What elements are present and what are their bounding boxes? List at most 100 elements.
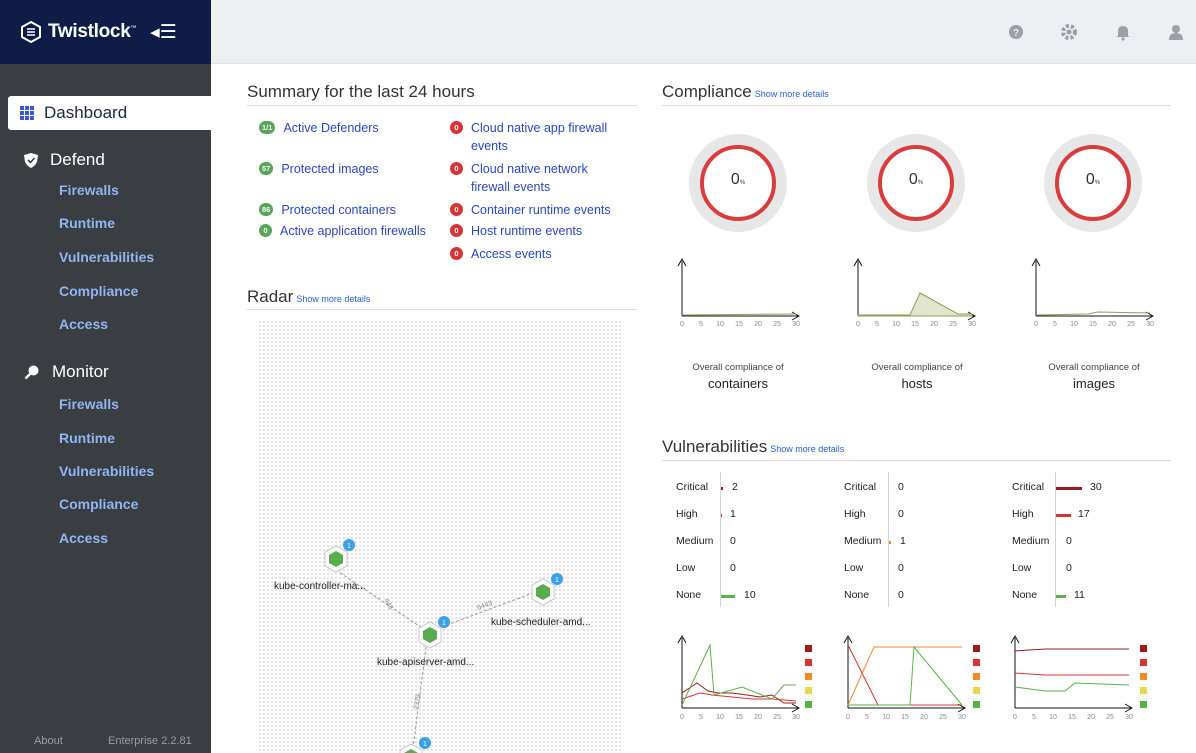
radar-node-apiserver[interactable]: 1 <box>418 616 450 649</box>
vuln-level-label: Medium <box>1012 535 1050 547</box>
sidebar-item-defend-access[interactable]: Access <box>59 316 108 332</box>
vuln-level-label: None <box>676 589 702 601</box>
x-tick: 0 <box>1013 714 1017 721</box>
x-tick: 10 <box>892 321 900 328</box>
vuln-count: 30 <box>1090 481 1102 493</box>
count-badge: 0 <box>450 162 463 175</box>
vuln-level-label: Critical <box>844 481 877 493</box>
compliance-donut-hosts[interactable]: 0% <box>866 133 966 233</box>
x-tick: 15 <box>1068 714 1076 721</box>
x-tick: 10 <box>882 714 890 721</box>
compliance-donut-containers[interactable]: 0% <box>688 133 788 233</box>
sidebar-group-monitor[interactable]: Monitor <box>24 362 109 382</box>
x-tick: 20 <box>920 714 928 721</box>
version-label: Enterprise 2.2.81 <box>108 735 192 747</box>
radar-node-etcd[interactable]: 1 <box>399 737 431 753</box>
x-tick: 25 <box>773 714 781 721</box>
summary-active-app-firewalls[interactable]: 0 Active application firewalls <box>259 222 426 240</box>
settings-gear-icon[interactable] <box>1059 22 1079 42</box>
port-label: 2379 <box>413 694 423 711</box>
radar-node-controller[interactable]: 1 <box>324 539 355 573</box>
sidebar-item-defend-runtime[interactable]: Runtime <box>59 215 115 231</box>
count-badge: 0 <box>450 203 463 216</box>
x-tick: 0 <box>856 321 860 328</box>
x-tick: 20 <box>930 321 938 328</box>
node-count-badge: 1 <box>442 620 446 627</box>
compliance-donut-images[interactable]: 0% <box>1043 133 1143 233</box>
sidebar-item-defend-firewalls[interactable]: Firewalls <box>59 182 119 198</box>
about-link[interactable]: About <box>34 735 63 747</box>
vuln-count: 1 <box>730 508 736 520</box>
dashboard-grid-icon <box>20 106 34 120</box>
vuln-bar-critical <box>1056 487 1082 490</box>
vulnerabilities-divider <box>662 460 1171 461</box>
summary-title: Summary for the last 24 hours <box>247 82 475 101</box>
summary-container-runtime-events[interactable]: 0 Container runtime events <box>450 201 611 219</box>
radar-node-label: kube-scheduler-amd... <box>491 617 591 628</box>
sidebar-item-monitor-access[interactable]: Access <box>59 530 108 546</box>
vuln-level-label: Low <box>1012 562 1032 574</box>
legend-low <box>1140 687 1147 694</box>
summary-label-line2: firewall events <box>471 180 551 194</box>
user-avatar-icon[interactable] <box>1166 22 1186 42</box>
help-icon[interactable]: ? <box>1006 22 1026 42</box>
collapse-menu-icon[interactable]: ◂☰ <box>150 21 177 44</box>
vuln-count: 10 <box>744 589 756 601</box>
sidebar-item-defend-vulnerabilities[interactable]: Vulnerabilities <box>59 249 154 265</box>
x-tick: 10 <box>716 321 724 328</box>
radar-canvas[interactable]: 443 6443 2379 1 1 1 1 kube-controller-ma… <box>258 320 623 753</box>
legend-high <box>973 659 980 666</box>
sidebar-item-label: Dashboard <box>44 103 128 122</box>
x-tick: 25 <box>939 714 947 721</box>
summary-host-runtime-events[interactable]: 0 Host runtime events <box>450 222 582 240</box>
legend-critical <box>973 645 980 652</box>
sidebar-item-monitor-runtime[interactable]: Runtime <box>59 430 115 446</box>
sidebar-group-defend[interactable]: Defend <box>24 150 105 170</box>
radar-node-scheduler[interactable]: 1 <box>531 573 563 606</box>
summary-cnaf-events[interactable]: 0 Cloud native app firewall events <box>450 119 607 155</box>
compliance-caption: Overall compliance of <box>692 362 784 373</box>
x-tick: 30 <box>792 321 800 328</box>
x-tick: 0 <box>846 714 850 721</box>
summary-protected-images[interactable]: 57 Protected images <box>259 160 379 178</box>
radar-node-label: kube-apiserver-amd... <box>377 657 475 668</box>
compliance-show-more-link[interactable]: Show more details <box>755 89 829 99</box>
connection-line <box>412 631 429 749</box>
legend-critical <box>805 645 812 652</box>
radar-show-more-link[interactable]: Show more details <box>296 294 370 304</box>
sidebar-item-dashboard[interactable]: Dashboard <box>8 96 211 130</box>
summary-label: Access events <box>471 247 552 261</box>
summary-access-events[interactable]: 0 Access events <box>450 245 552 263</box>
summary-cnnf-events[interactable]: 0 Cloud native network firewall events <box>450 160 588 196</box>
notifications-bell-icon[interactable] <box>1113 22 1133 42</box>
vuln-level-label: High <box>1012 508 1034 520</box>
vuln-trend-chart-1: 0 5 10 15 20 25 30 <box>677 634 801 721</box>
legend-high <box>805 659 812 666</box>
legend-low <box>973 687 980 694</box>
port-label: 6443 <box>476 600 493 612</box>
x-tick: 25 <box>1106 714 1114 721</box>
compliance-type-label: hosts <box>901 376 933 391</box>
radar-divider <box>247 309 637 310</box>
port-label: 443 <box>382 598 394 612</box>
vulnerabilities-show-more-link[interactable]: Show more details <box>770 444 844 454</box>
vuln-level-label: Low <box>676 562 696 574</box>
sidebar-item-monitor-vulnerabilities[interactable]: Vulnerabilities <box>59 463 154 479</box>
summary-label-line2: events <box>471 139 508 153</box>
brand-header: Twistlock™ ◂☰ <box>0 0 211 64</box>
summary-label: Host runtime events <box>471 224 583 238</box>
summary-protected-containers[interactable]: 86 Protected containers <box>259 201 396 219</box>
legend-medium <box>1140 673 1147 680</box>
sidebar-item-defend-compliance[interactable]: Compliance <box>59 283 138 299</box>
vuln-bar-none <box>1056 595 1066 598</box>
sidebar-item-monitor-firewalls[interactable]: Firewalls <box>59 396 119 412</box>
sidebar-item-monitor-compliance[interactable]: Compliance <box>59 496 138 512</box>
legend-none <box>973 701 980 708</box>
x-tick: 5 <box>699 714 703 721</box>
svg-text:?: ? <box>1013 28 1019 39</box>
legend-medium <box>973 673 980 680</box>
legend-medium <box>805 673 812 680</box>
summary-active-defenders[interactable]: 1/1 Active Defenders <box>259 119 379 137</box>
count-badge: 1/1 <box>259 121 276 134</box>
twistlock-logo-icon <box>21 21 41 43</box>
